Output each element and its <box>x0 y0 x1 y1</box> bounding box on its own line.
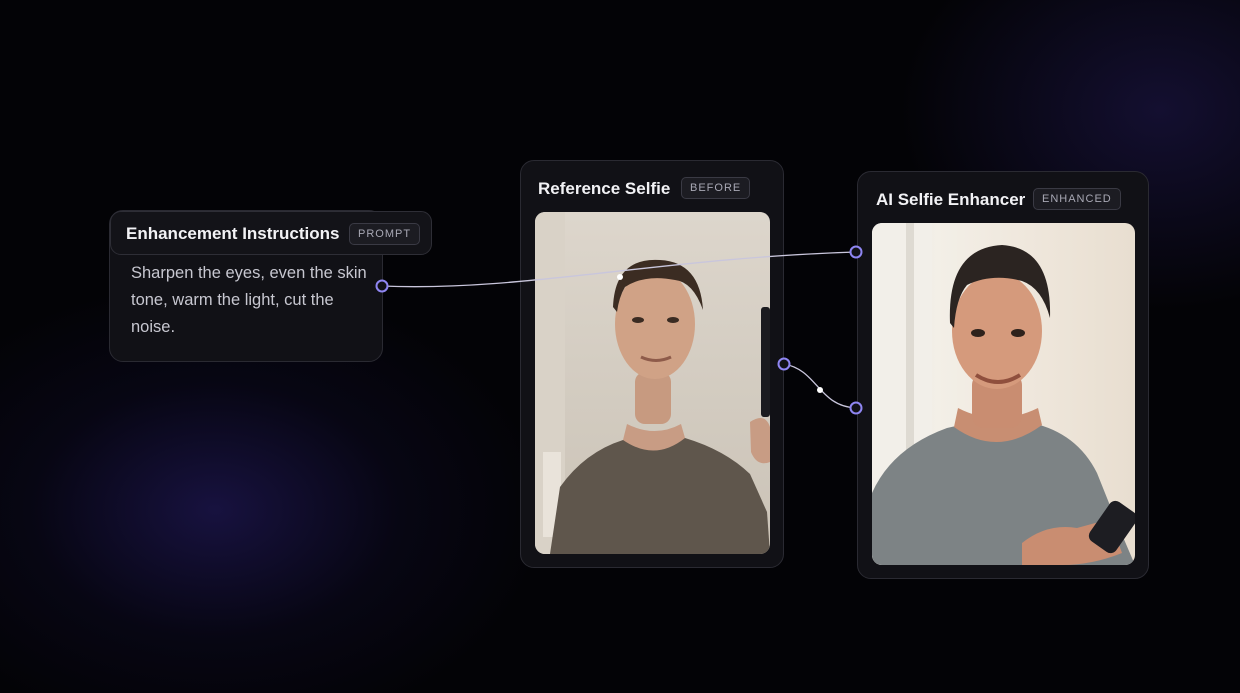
port-icon <box>375 279 389 293</box>
before-to-enhancer-wire <box>783 363 857 409</box>
connection-wires <box>375 245 863 415</box>
port-icon <box>849 245 863 259</box>
wire-pulse-dot <box>817 387 823 393</box>
wire-pulse-dot <box>617 274 623 280</box>
port-icon <box>777 357 791 371</box>
port-icon <box>849 401 863 415</box>
prompt-to-enhancer-wire <box>381 251 857 288</box>
